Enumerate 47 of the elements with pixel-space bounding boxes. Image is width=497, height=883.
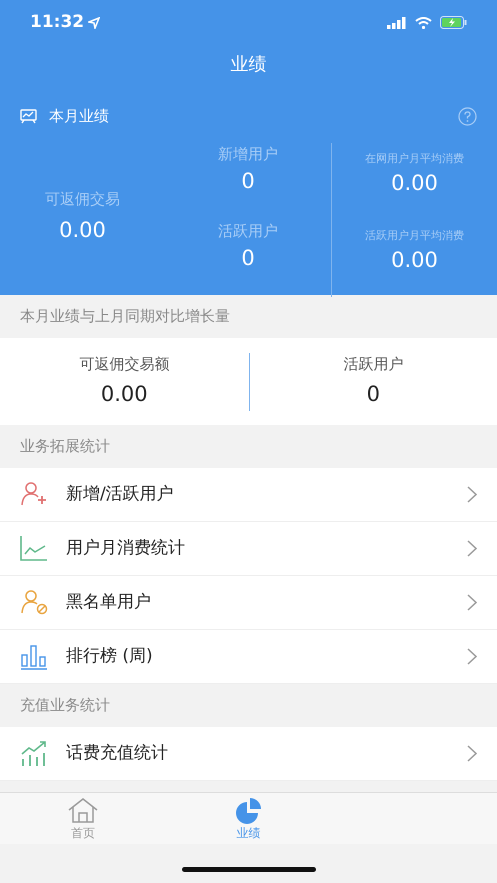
menu-label: 新增/活跃用户 [66,482,175,506]
section-header: 业务拓展统计 [19,436,111,458]
chart-board-icon [20,108,37,124]
stat-value: 0 [366,381,380,408]
stat-label: 可返佣交易额 [79,354,170,374]
location-icon [88,16,100,28]
menu-row[interactable]: 新增/活跃用户 [0,468,497,522]
stat-label: 在网用户月平均消费 [365,151,464,167]
help-icon [458,106,477,126]
stat-value: 0.00 [391,170,438,196]
chevron-right-icon [467,486,477,503]
stat-label: 活跃用户月平均消费 [365,228,464,244]
menu-label: 排行榜 (周) [66,644,154,668]
chevron-right-icon [467,745,477,762]
stat-value: 0.00 [59,216,106,244]
person-add-icon [20,481,48,508]
signal-icon [387,16,407,28]
section-header: 充值业务统计 [19,695,111,716]
home-icon [66,797,99,824]
section-title: 本月业绩 [49,106,109,127]
wifi-icon [415,16,432,28]
menu-row[interactable]: 排行榜 (周) [0,630,497,684]
stat-value: 0.00 [100,381,148,408]
chevron-right-icon [467,648,477,665]
menu-row[interactable]: 用户月消费统计 [0,522,497,576]
menu-label: 话费充值统计 [66,742,169,765]
growth-chart-icon [20,740,48,767]
menu-row[interactable]: 黑名单用户 [0,576,497,630]
stat-label: 活跃用户 [218,221,278,242]
menu-label: 黑名单用户 [66,590,152,614]
bar-chart-icon [20,643,48,670]
person-blocked-icon [20,589,48,616]
status-time: 11:32 [30,10,84,34]
stat-value: 0 [241,168,255,194]
stat-label: 可返佣交易 [45,189,120,210]
menu-label: 用户月消费统计 [66,536,186,560]
chevron-right-icon [467,540,477,557]
stat-value: 0 [241,244,255,272]
line-chart-icon [20,535,48,562]
page-title: 业绩 [230,53,268,77]
stat-label: 活跃用户 [343,354,404,374]
chevron-right-icon [467,594,477,611]
menu-row[interactable]: 话费充值统计 [0,727,497,781]
stat-value: 0.00 [391,246,438,274]
section-header: 本月业绩与上月同期对比增长量 [19,306,231,328]
battery-icon [440,16,467,29]
stat-label: 新增用户 [218,144,278,165]
